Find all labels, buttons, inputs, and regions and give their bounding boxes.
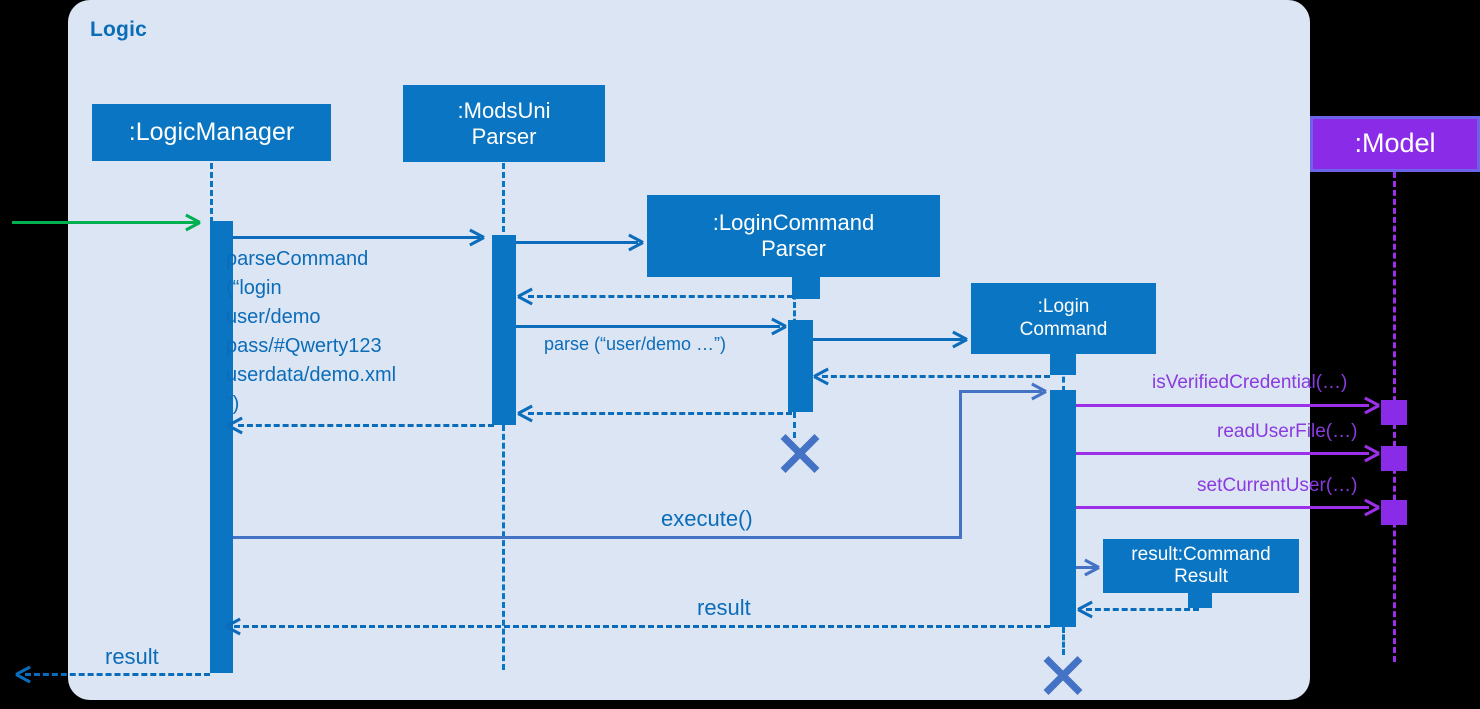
participant-model-label: :Model [1354, 128, 1436, 159]
message-is-verified-credential-line [1076, 404, 1369, 407]
participant-command-result-label-2: Result [1174, 566, 1228, 587]
message-parse-command-line [233, 236, 480, 239]
participant-modsuni-parser[interactable]: :ModsUni Parser [403, 85, 605, 162]
activation-logincommand-parser [788, 320, 813, 412]
message-is-verified-credential-label: isVerifiedCredential(…) [1152, 372, 1348, 393]
participant-modsuni-parser-label-2: Parser [471, 123, 537, 149]
participant-logincommand-parser-label-2: Parser [761, 236, 826, 261]
activation-model-1 [1381, 400, 1407, 425]
message-read-user-file-label: readUserFile(…) [1217, 421, 1358, 442]
message-execute-segment-horizontal-upper [959, 390, 1042, 393]
lifeline-login-command-end [1062, 627, 1065, 655]
message-return-command-result-line [1086, 608, 1199, 611]
participant-logic-manager-label: :LogicManager [128, 117, 295, 146]
message-create-login-command-line [813, 338, 963, 341]
message-parse-line [516, 325, 780, 328]
activation-model-3 [1381, 500, 1407, 525]
activation-command-result [1188, 591, 1212, 608]
sequence-diagram-canvas: Logic :LogicManager :ModsUni Parser :Log… [0, 0, 1480, 709]
message-execute-segment-horizontal-lower [233, 536, 962, 539]
lifeline-modsuni-parser-bottom [502, 425, 505, 670]
participant-logic-manager[interactable]: :LogicManager [92, 104, 331, 161]
participant-login-command[interactable]: :Login Command [971, 283, 1156, 354]
activation-model-2 [1381, 446, 1407, 471]
logic-package-label: Logic [90, 18, 147, 41]
message-result-exit-line [25, 673, 210, 676]
message-read-user-file-line [1076, 452, 1369, 455]
message-return-logincommand-parser-line [528, 295, 793, 298]
message-parse-command-label: parseCommand (“login user/demo pass/#Qwe… [226, 248, 397, 415]
message-result-exit-label: result [105, 644, 159, 669]
participant-login-command-label-2: Command [1019, 318, 1108, 340]
message-result-label: result [697, 595, 751, 620]
message-external-entry [12, 221, 198, 224]
activation-logincommand-parser-create [792, 277, 820, 299]
message-return-parse-line [528, 412, 792, 415]
message-parse-label: parse (“user/demo …”) [544, 334, 727, 354]
participant-command-result-label-1: result:Command [1131, 543, 1271, 565]
activation-modsuni-parser [492, 235, 516, 425]
message-execute-segment-vertical [959, 390, 962, 539]
participant-model[interactable]: :Model [1310, 116, 1480, 172]
message-return-login-command-line [822, 375, 1050, 378]
participant-command-result[interactable]: result:Command Result [1103, 539, 1299, 593]
lifeline-logic-manager [210, 163, 213, 223]
participant-modsuni-parser-label-1: :ModsUni [457, 97, 551, 123]
message-set-current-user-label: setCurrentUser(…) [1197, 475, 1358, 496]
participant-login-command-label-1: :Login [1037, 296, 1090, 318]
destroy-logincommand-parser-icon [780, 432, 820, 473]
participant-logincommand-parser-label-1: :LoginCommand [712, 210, 875, 236]
message-execute-label: execute() [661, 506, 753, 531]
message-result-line [234, 625, 1050, 628]
message-return-parse-command-line [238, 424, 494, 427]
message-set-current-user-line [1076, 506, 1369, 509]
destroy-login-command-icon [1043, 654, 1083, 695]
message-create-logincommand-parser-line [516, 241, 638, 244]
activation-login-command-create [1050, 353, 1076, 375]
lifeline-modsuni-parser-top [502, 163, 505, 241]
activation-login-command [1050, 390, 1076, 627]
participant-logincommand-parser[interactable]: :LoginCommand Parser [647, 195, 940, 277]
